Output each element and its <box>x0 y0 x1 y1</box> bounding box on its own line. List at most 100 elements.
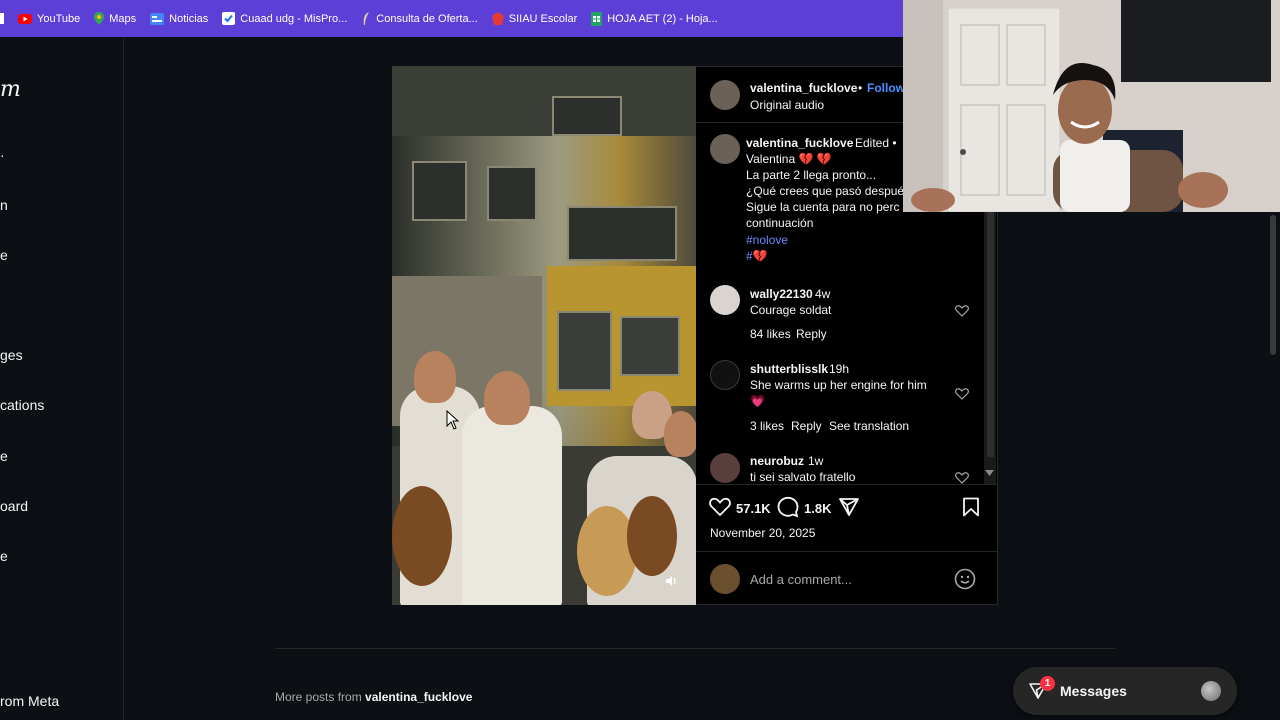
instagram-logo[interactable]: m <box>0 77 21 102</box>
bookmark-siiau[interactable]: SIIAU Escolar <box>491 12 578 25</box>
window <box>567 206 677 261</box>
comment-likes[interactable]: 84 likes <box>750 327 791 341</box>
caption-line: La parte 2 llega pronto... <box>746 168 877 182</box>
caption-line: Sigue la cuenta para no perc <box>746 200 900 214</box>
bookmarks-bar: YouTube Maps Noticias Cuaad udg - MisPro… <box>0 0 903 37</box>
bookmark-label: Cuaad udg - MisPro... <box>240 12 348 25</box>
audio-icon[interactable] <box>664 574 678 588</box>
bookmark-hoja[interactable]: HOJA AET (2) - Hoja... <box>591 11 718 26</box>
caption-username[interactable]: valentina_fucklove <box>746 136 853 150</box>
bookmark-label: Maps <box>109 12 137 25</box>
bookmark-label: HOJA AET (2) - Hoja... <box>607 12 718 25</box>
sidebar-item-marker[interactable]: · <box>0 147 5 163</box>
face <box>484 371 530 425</box>
bookmark-maps[interactable]: Maps <box>94 12 136 25</box>
comment-bubble-icon[interactable] <box>777 496 799 518</box>
audio-label[interactable]: Original audio <box>750 98 824 112</box>
separator: • <box>858 81 863 95</box>
comment-avatar[interactable] <box>710 285 740 315</box>
messages-button[interactable]: 1 Messages <box>1013 667 1237 715</box>
bookmark-consulta[interactable]: Consulta de Oferta... <box>361 12 478 25</box>
sidebar-item-messages[interactable]: ges <box>0 347 23 363</box>
author-avatar[interactable] <box>710 80 740 110</box>
see-translation-link[interactable]: See translation <box>829 419 909 433</box>
comment-avatar[interactable] <box>710 360 740 390</box>
left-sidebar: m · n e ges cations e oard e rom Meta <box>0 37 124 720</box>
divider <box>275 648 1115 649</box>
face <box>414 351 456 403</box>
unread-badge: 1 <box>1040 676 1055 691</box>
bookmark-label: Consulta de Oferta... <box>376 12 478 25</box>
siiau-icon <box>491 12 504 25</box>
add-comment-input[interactable]: Add a comment... <box>750 572 852 587</box>
like-comment-heart-icon[interactable] <box>955 304 969 318</box>
hashtag-link[interactable]: #💔 <box>746 249 768 263</box>
save-bookmark-icon[interactable] <box>962 497 980 517</box>
bookmark-label: SIIAU Escolar <box>508 12 578 25</box>
comment-time: 19h <box>829 362 850 376</box>
comment-likes[interactable]: 3 likes <box>750 419 784 433</box>
bookmark-label: Noticias <box>169 12 209 25</box>
webcam-feed <box>903 0 1280 212</box>
comment-text: She warms up her engine for him <box>750 378 927 392</box>
screen: YouTube Maps Noticias Cuaad udg - MisPro… <box>0 0 1280 720</box>
window <box>557 311 612 391</box>
caption-edited: Edited • <box>855 136 897 150</box>
post-actions: 57.1K 1.8K November 20, 2025 <box>696 484 998 550</box>
current-user-avatar <box>710 564 740 594</box>
sidebar-item-explore[interactable]: e <box>0 247 8 263</box>
page-scroll-thumb[interactable] <box>1270 215 1276 355</box>
building-top <box>392 66 696 136</box>
likes-count[interactable]: 57.1K <box>736 501 771 516</box>
add-comment-bar: Add a comment... <box>696 551 998 605</box>
more-posts-heading: More posts from valentina_fucklove <box>275 690 472 704</box>
comment-avatar[interactable] <box>710 453 740 483</box>
comment-text: ti sei salvato fratello <box>750 470 856 484</box>
sidebar-item-dashboard[interactable]: oard <box>0 498 28 514</box>
caption-line: continuación <box>746 216 814 230</box>
caption-line: Valentina 💔 💔 <box>746 152 832 166</box>
like-comment-heart-icon[interactable] <box>955 471 969 485</box>
like-heart-icon[interactable] <box>709 497 731 517</box>
share-icon[interactable] <box>838 497 860 517</box>
comment-username[interactable]: wally22130 <box>750 287 813 301</box>
bookmark-noticias[interactable]: Noticias <box>150 12 209 25</box>
comment-time: 1w <box>808 454 824 468</box>
comment-username[interactable]: neurobuz <box>750 454 804 468</box>
sidebar-item-also-from-meta[interactable]: rom Meta <box>0 693 59 709</box>
emoji-icon[interactable] <box>954 568 976 590</box>
musician <box>462 406 562 605</box>
comments-scroll-thumb[interactable] <box>987 212 994 457</box>
face <box>664 411 696 457</box>
messages-label: Messages <box>1060 683 1127 699</box>
more-posts-username[interactable]: valentina_fucklove <box>365 690 472 704</box>
author-username[interactable]: valentina_fucklove <box>750 81 857 95</box>
bookmark-cuaad[interactable]: Cuaad udg - MisPro... <box>222 12 347 25</box>
comment-username[interactable]: shutterblisslk <box>750 362 828 376</box>
caption-line: ¿Qué crees que pasó despué <box>746 184 905 198</box>
window <box>552 96 622 136</box>
like-comment-heart-icon[interactable] <box>955 387 969 401</box>
hashtag-link[interactable]: #nolove <box>746 233 788 247</box>
bookmark-label: YouTube <box>37 12 81 25</box>
guitar <box>627 496 677 576</box>
maps-pin-icon <box>94 12 105 25</box>
comment-reply[interactable]: Reply <box>796 327 827 341</box>
post-date[interactable]: November 20, 2025 <box>710 526 815 540</box>
sidebar-item-create[interactable]: e <box>0 448 8 464</box>
sheets-icon <box>591 11 603 26</box>
comments-count[interactable]: 1.8K <box>804 501 831 516</box>
sidebar-item-search[interactable]: n <box>0 197 8 213</box>
post-video[interactable] <box>392 66 696 605</box>
sidebar-item-notifications[interactable]: cations <box>0 397 44 413</box>
bookmark-youtube[interactable]: YouTube <box>18 13 80 25</box>
checkbox-icon <box>222 12 236 25</box>
scroll-down-arrow-icon[interactable] <box>985 470 994 477</box>
comment-text: Courage soldat <box>750 303 832 317</box>
comment-reply[interactable]: Reply <box>791 419 822 433</box>
bookmark-edge <box>0 13 4 24</box>
more-posts-prefix: More posts from <box>275 690 362 704</box>
caption-avatar[interactable] <box>710 134 740 164</box>
follow-button[interactable]: Follow <box>867 81 905 95</box>
sidebar-item-profile[interactable]: e <box>0 548 8 564</box>
